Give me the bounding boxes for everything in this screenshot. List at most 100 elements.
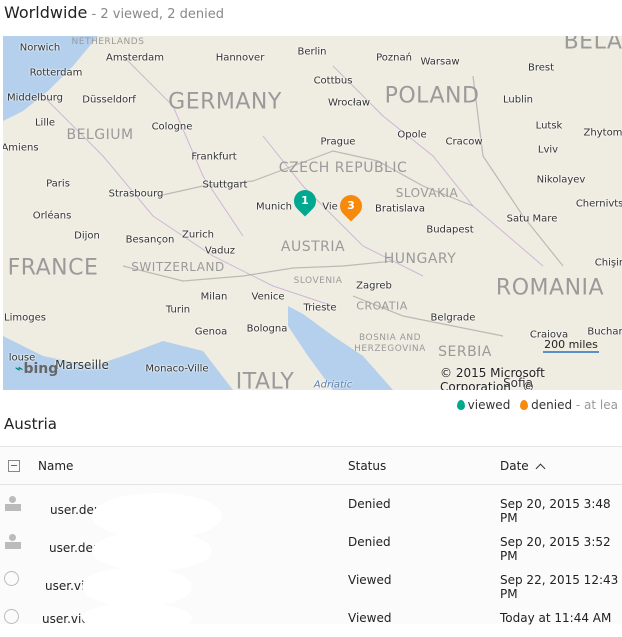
city: Marseille bbox=[55, 358, 109, 372]
row-date: Sep 22, 2015 12:43 PM bbox=[500, 573, 619, 601]
column-name[interactable]: Name bbox=[38, 459, 73, 473]
city: Lutsk bbox=[535, 120, 563, 132]
sea-label: Adriatic bbox=[313, 379, 353, 391]
row-date: Sep 20, 2015 3:52 PM bbox=[500, 535, 611, 563]
city: Monaco-Ville bbox=[145, 363, 209, 375]
map-legend: viewed denied - at lea bbox=[451, 398, 618, 412]
city: Satu Mare bbox=[506, 213, 558, 225]
legend-viewed: viewed bbox=[467, 398, 511, 412]
label-belarus: BELA bbox=[563, 36, 622, 55]
city: Middelburg bbox=[6, 92, 64, 104]
label-poland: POLAND bbox=[384, 83, 480, 109]
city: Venice bbox=[251, 291, 285, 303]
city: Amiens bbox=[3, 142, 39, 154]
city: Warsaw bbox=[420, 56, 460, 68]
pin-label: 1 bbox=[301, 194, 309, 207]
label-slovenia: SLOVENIA bbox=[293, 276, 343, 286]
city: Frankfurt bbox=[191, 151, 237, 163]
city: Buchar bbox=[587, 326, 622, 338]
city: Limoges bbox=[4, 312, 46, 324]
city: Turin bbox=[165, 304, 191, 316]
label-switzerland: SWITZERLAND bbox=[131, 260, 225, 274]
city: Hannover bbox=[215, 52, 265, 64]
label-croatia: CROATIA bbox=[356, 299, 408, 313]
label-slovakia: SLOVAKIA bbox=[395, 186, 459, 200]
city: Munich bbox=[256, 201, 292, 213]
select-all-checkbox[interactable] bbox=[8, 460, 20, 472]
city: Düsseldorf bbox=[82, 94, 136, 106]
city: Chişin bbox=[594, 257, 622, 269]
bing-logo-text: bing bbox=[23, 361, 59, 377]
access-table: Name Status Date user.deniec Denied Sep … bbox=[0, 446, 622, 633]
denied-marker-icon bbox=[520, 400, 529, 410]
summary-text: - 2 viewed, 2 denied bbox=[87, 7, 224, 22]
city: Orléans bbox=[32, 210, 72, 222]
label-herzegovina: HERZEGOVINA bbox=[354, 344, 426, 354]
city: Poznań bbox=[376, 52, 412, 64]
column-status[interactable]: Status bbox=[348, 459, 386, 473]
city: Paris bbox=[46, 178, 70, 190]
city: Lviv bbox=[537, 144, 559, 156]
title-text: Worldwide bbox=[4, 3, 88, 22]
map-pin-denied[interactable]: 3 bbox=[335, 190, 367, 222]
city: Vie bbox=[322, 201, 338, 213]
city: Nikolayev bbox=[536, 174, 586, 186]
pin-label: 3 bbox=[347, 199, 355, 212]
section-title: Austria bbox=[4, 415, 57, 433]
redaction bbox=[92, 531, 212, 571]
city: Lille bbox=[34, 117, 56, 129]
city: Trieste bbox=[303, 302, 337, 314]
label-belgium: BELGIUM bbox=[66, 127, 134, 143]
chevron-up-icon bbox=[535, 463, 545, 474]
map-copyright: © 2015 Microsoft Corporation © bbox=[440, 366, 622, 390]
redaction bbox=[82, 567, 192, 607]
city: Norwich bbox=[19, 42, 61, 54]
city: Chernivtsi bbox=[575, 198, 622, 210]
table-header: Name Status Date bbox=[0, 447, 622, 485]
map[interactable]: NETHERLANDS GERMANY POLAND BELGIUM CZECH… bbox=[3, 36, 622, 390]
city: Cracow bbox=[445, 136, 483, 148]
city: Zurich bbox=[182, 229, 214, 241]
column-date-label: Date bbox=[500, 459, 529, 473]
map-scale: 200 miles bbox=[543, 338, 599, 353]
city: Lublin bbox=[503, 94, 533, 106]
globe-icon bbox=[4, 571, 19, 586]
city: Stuttgart bbox=[202, 179, 248, 191]
label-hungary: HUNGARY bbox=[383, 251, 457, 267]
city: Bratislava bbox=[375, 203, 425, 215]
city: Wrocław bbox=[327, 97, 371, 109]
label-austria: AUSTRIA bbox=[280, 239, 346, 255]
map-pin-viewed[interactable]: 1 bbox=[289, 185, 321, 217]
row-status: Denied bbox=[348, 497, 391, 511]
city: Brest bbox=[527, 62, 555, 74]
city: Besançon bbox=[125, 234, 175, 246]
column-date[interactable]: Date bbox=[500, 459, 545, 474]
label-italy: ITALY bbox=[235, 369, 295, 391]
city: Dijon bbox=[74, 230, 100, 242]
row-status: Denied bbox=[348, 535, 391, 549]
label-france: FRANCE bbox=[7, 255, 99, 281]
city: Amsterdam bbox=[105, 52, 165, 64]
legend-denied: denied bbox=[531, 398, 573, 412]
row-date: Sep 20, 2015 3:48 PM bbox=[500, 497, 611, 525]
city: Strasbourg bbox=[108, 188, 164, 200]
user-icon bbox=[4, 534, 22, 550]
bing-logo: ⌁bing bbox=[15, 361, 58, 377]
city: Opole bbox=[397, 129, 427, 141]
redaction bbox=[82, 603, 192, 633]
label-romania: ROMANIA bbox=[495, 275, 605, 301]
label-serbia: SERBIA bbox=[438, 344, 492, 360]
city: Prague bbox=[320, 136, 356, 148]
page-title: Worldwide - 2 viewed, 2 denied bbox=[4, 3, 224, 22]
city: Milan bbox=[200, 291, 228, 303]
city: Zhytomyr bbox=[583, 127, 622, 139]
label-bosnia: BOSNIA AND bbox=[358, 333, 422, 343]
legend-note: - at lea bbox=[572, 398, 618, 412]
city: Cottbus bbox=[313, 75, 353, 87]
row-status: Viewed bbox=[348, 573, 392, 587]
label-czech-republic: CZECH REPUBLIC bbox=[278, 160, 408, 176]
city: Berlin bbox=[297, 46, 327, 58]
copyright-text-2: © bbox=[522, 380, 535, 390]
label-germany: GERMANY bbox=[168, 89, 282, 115]
user-icon bbox=[4, 496, 22, 512]
